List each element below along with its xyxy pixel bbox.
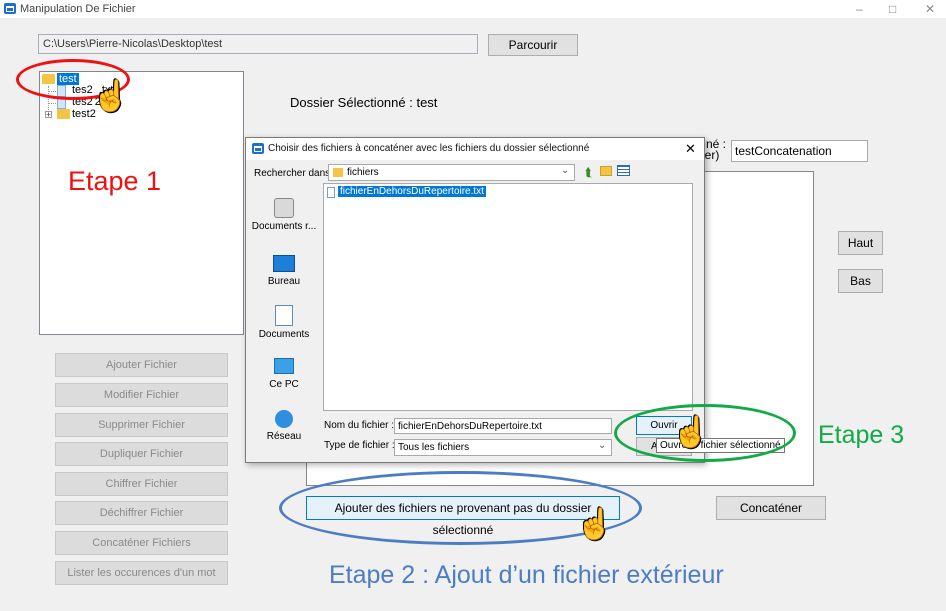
look-in-label: Rechercher dans : — [254, 168, 336, 179]
hand-cursor-icon: ☝ — [576, 508, 614, 541]
hand-cursor-icon: ☝ — [92, 80, 130, 113]
dialog-close-button[interactable]: ✕ — [685, 141, 696, 157]
place-recent-documents[interactable]: Documents r... — [251, 198, 317, 232]
step3-annotation: Etape 3 — [818, 421, 905, 449]
step1-annotation: Etape 1 — [68, 166, 162, 196]
new-folder-icon[interactable] — [600, 166, 612, 176]
look-in-combo[interactable]: fichiers ⌄ — [328, 164, 575, 181]
delete-file-button[interactable]: Supprimer Fichier — [55, 413, 228, 437]
desktop-icon — [273, 255, 295, 272]
close-button[interactable]: ✕ — [925, 2, 935, 16]
app-folder-icon — [4, 3, 16, 14]
expand-icon[interactable]: + — [45, 111, 52, 119]
move-up-button[interactable]: Haut — [838, 231, 883, 255]
place-network[interactable]: Réseau — [251, 410, 317, 442]
network-globe-icon — [275, 410, 293, 428]
place-label: Documents — [258, 329, 310, 340]
hand-cursor-icon: ☝ — [672, 416, 710, 449]
filetype-combo[interactable]: Tous les fichiers ⌄ — [394, 439, 612, 456]
filename-label: Nom du fichier : — [324, 420, 395, 431]
filetype-value: Tous les fichiers — [398, 442, 470, 453]
filetype-label: Type de fichier : — [324, 440, 395, 451]
documents-icon — [275, 305, 293, 326]
place-label: Réseau — [266, 431, 302, 442]
place-label: Documents r... — [251, 221, 317, 232]
list-word-occurrences-button[interactable]: Lister les occurences d'un mot — [55, 561, 228, 585]
concatenate-files-button[interactable]: Concaténer Fichiers — [55, 531, 228, 555]
folder-icon — [333, 168, 343, 177]
computer-icon — [274, 358, 294, 374]
window-title: Manipulation De Fichier — [20, 3, 136, 15]
file-list[interactable]: fichierEnDehorsDuRepertoire.txt — [323, 183, 693, 411]
recent-documents-icon — [274, 198, 294, 218]
place-documents[interactable]: Documents — [251, 305, 317, 340]
chevron-down-icon: ⌄ — [598, 440, 607, 451]
browse-button[interactable]: Parcourir — [488, 34, 578, 56]
encrypt-file-button[interactable]: Chiffrer Fichier — [55, 472, 228, 496]
step2-annotation: Etape 2 : Ajout d’un fichier extérieur — [329, 561, 724, 589]
tree-connector — [48, 103, 56, 104]
edit-file-button[interactable]: Modifier Fichier — [55, 383, 228, 407]
maximize-button[interactable]: □ — [889, 2, 896, 16]
place-this-pc[interactable]: Ce PC — [251, 358, 317, 390]
window-titlebar: Manipulation De Fichier – □ ✕ — [0, 0, 946, 18]
decrypt-file-button[interactable]: Déchiffrer Fichier — [55, 501, 228, 525]
concatenate-button[interactable]: Concaténer — [716, 496, 826, 520]
path-field[interactable]: C:\Users\Pierre-Nicolas\Desktop\test — [38, 34, 478, 54]
dialog-title: Choisir des fichiers à concaténer avec l… — [268, 143, 590, 154]
dialog-folder-icon — [252, 143, 264, 154]
folder-icon — [57, 109, 70, 119]
add-file-button[interactable]: Ajouter Fichier — [55, 353, 228, 377]
file-icon — [327, 187, 335, 198]
place-desktop[interactable]: Bureau — [251, 255, 317, 287]
look-in-value: fichiers — [347, 167, 379, 178]
place-label: Bureau — [267, 276, 301, 287]
places-bar: Documents r... Bureau Documents Ce PC Ré… — [251, 183, 317, 449]
view-menu-icon[interactable] — [617, 165, 630, 176]
duplicate-file-button[interactable]: Dupliquer Fichier — [55, 442, 228, 466]
dialog-titlebar: Choisir des fichiers à concaténer avec l… — [246, 138, 704, 160]
file-list-item[interactable]: fichierEnDehorsDuRepertoire.txt — [338, 186, 486, 197]
place-label: Ce PC — [269, 379, 299, 390]
selected-folder-label: Dossier Sélectionné : test — [290, 95, 438, 110]
move-down-button[interactable]: Bas — [838, 269, 883, 293]
filename-input[interactable]: fichierEnDehorsDuRepertoire.txt — [394, 418, 612, 434]
output-name-input[interactable]: testConcatenation — [731, 140, 868, 162]
folder-tree[interactable]: test tes2 .txt tes2 2.txt + test2 — [39, 71, 244, 335]
chevron-down-icon: ⌄ — [561, 165, 570, 176]
up-folder-icon[interactable]: ⮬ — [585, 165, 592, 180]
minimize-button[interactable]: – — [856, 2, 863, 16]
